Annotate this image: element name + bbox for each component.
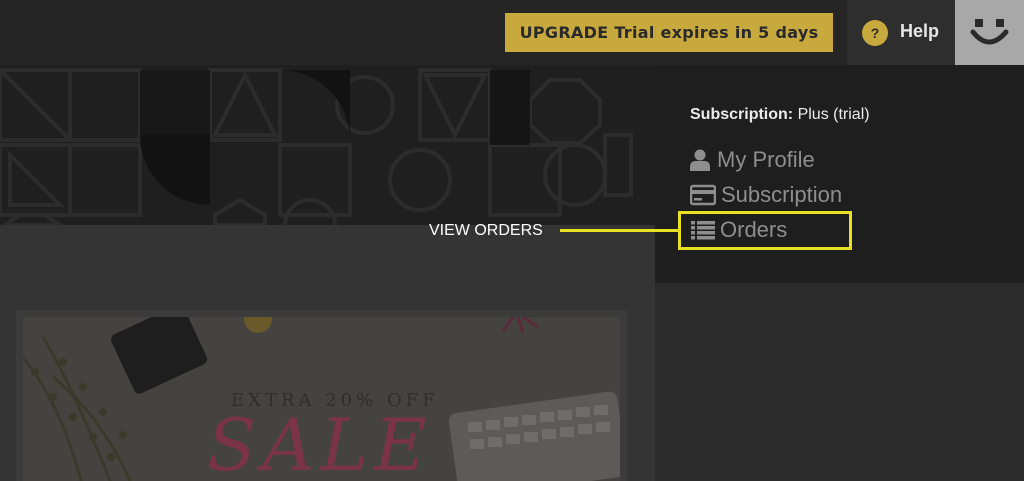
subscription-value: Plus (trial) [797, 106, 870, 123]
user-icon [690, 149, 712, 171]
credit-card-icon [689, 184, 717, 206]
subscription-key: Subscription: [690, 106, 794, 123]
help-button[interactable]: ? Help [847, 0, 955, 65]
geometric-pattern [0, 68, 633, 225]
callout-line [560, 229, 678, 232]
orders-highlight-box [678, 211, 852, 250]
menu-item-my-profile[interactable]: My Profile [690, 147, 815, 173]
account-avatar-button[interactable] [955, 0, 1024, 65]
promo-card: EXTRA 20% OFF SALE [16, 310, 627, 481]
hero-pattern [0, 65, 655, 225]
smiley-face-icon [970, 19, 1009, 45]
top-bar: UPGRADE Trial expires in 5 days ? Help [0, 0, 1024, 65]
callout-label: VIEW ORDERS [429, 222, 543, 239]
account-dropdown: Subscription: Plus (trial) My Profile Su… [655, 65, 1024, 283]
help-icon: ? [862, 20, 888, 46]
menu-item-label: Subscription [721, 182, 843, 207]
menu-item-label: My Profile [717, 147, 815, 172]
menu-item-subscription[interactable]: Subscription [689, 182, 843, 208]
help-label: Help [900, 21, 940, 41]
subscription-status: Subscription: Plus (trial) [690, 106, 870, 124]
upgrade-button[interactable]: UPGRADE Trial expires in 5 days [505, 13, 833, 52]
promo-sale-text: SALE [207, 403, 433, 481]
